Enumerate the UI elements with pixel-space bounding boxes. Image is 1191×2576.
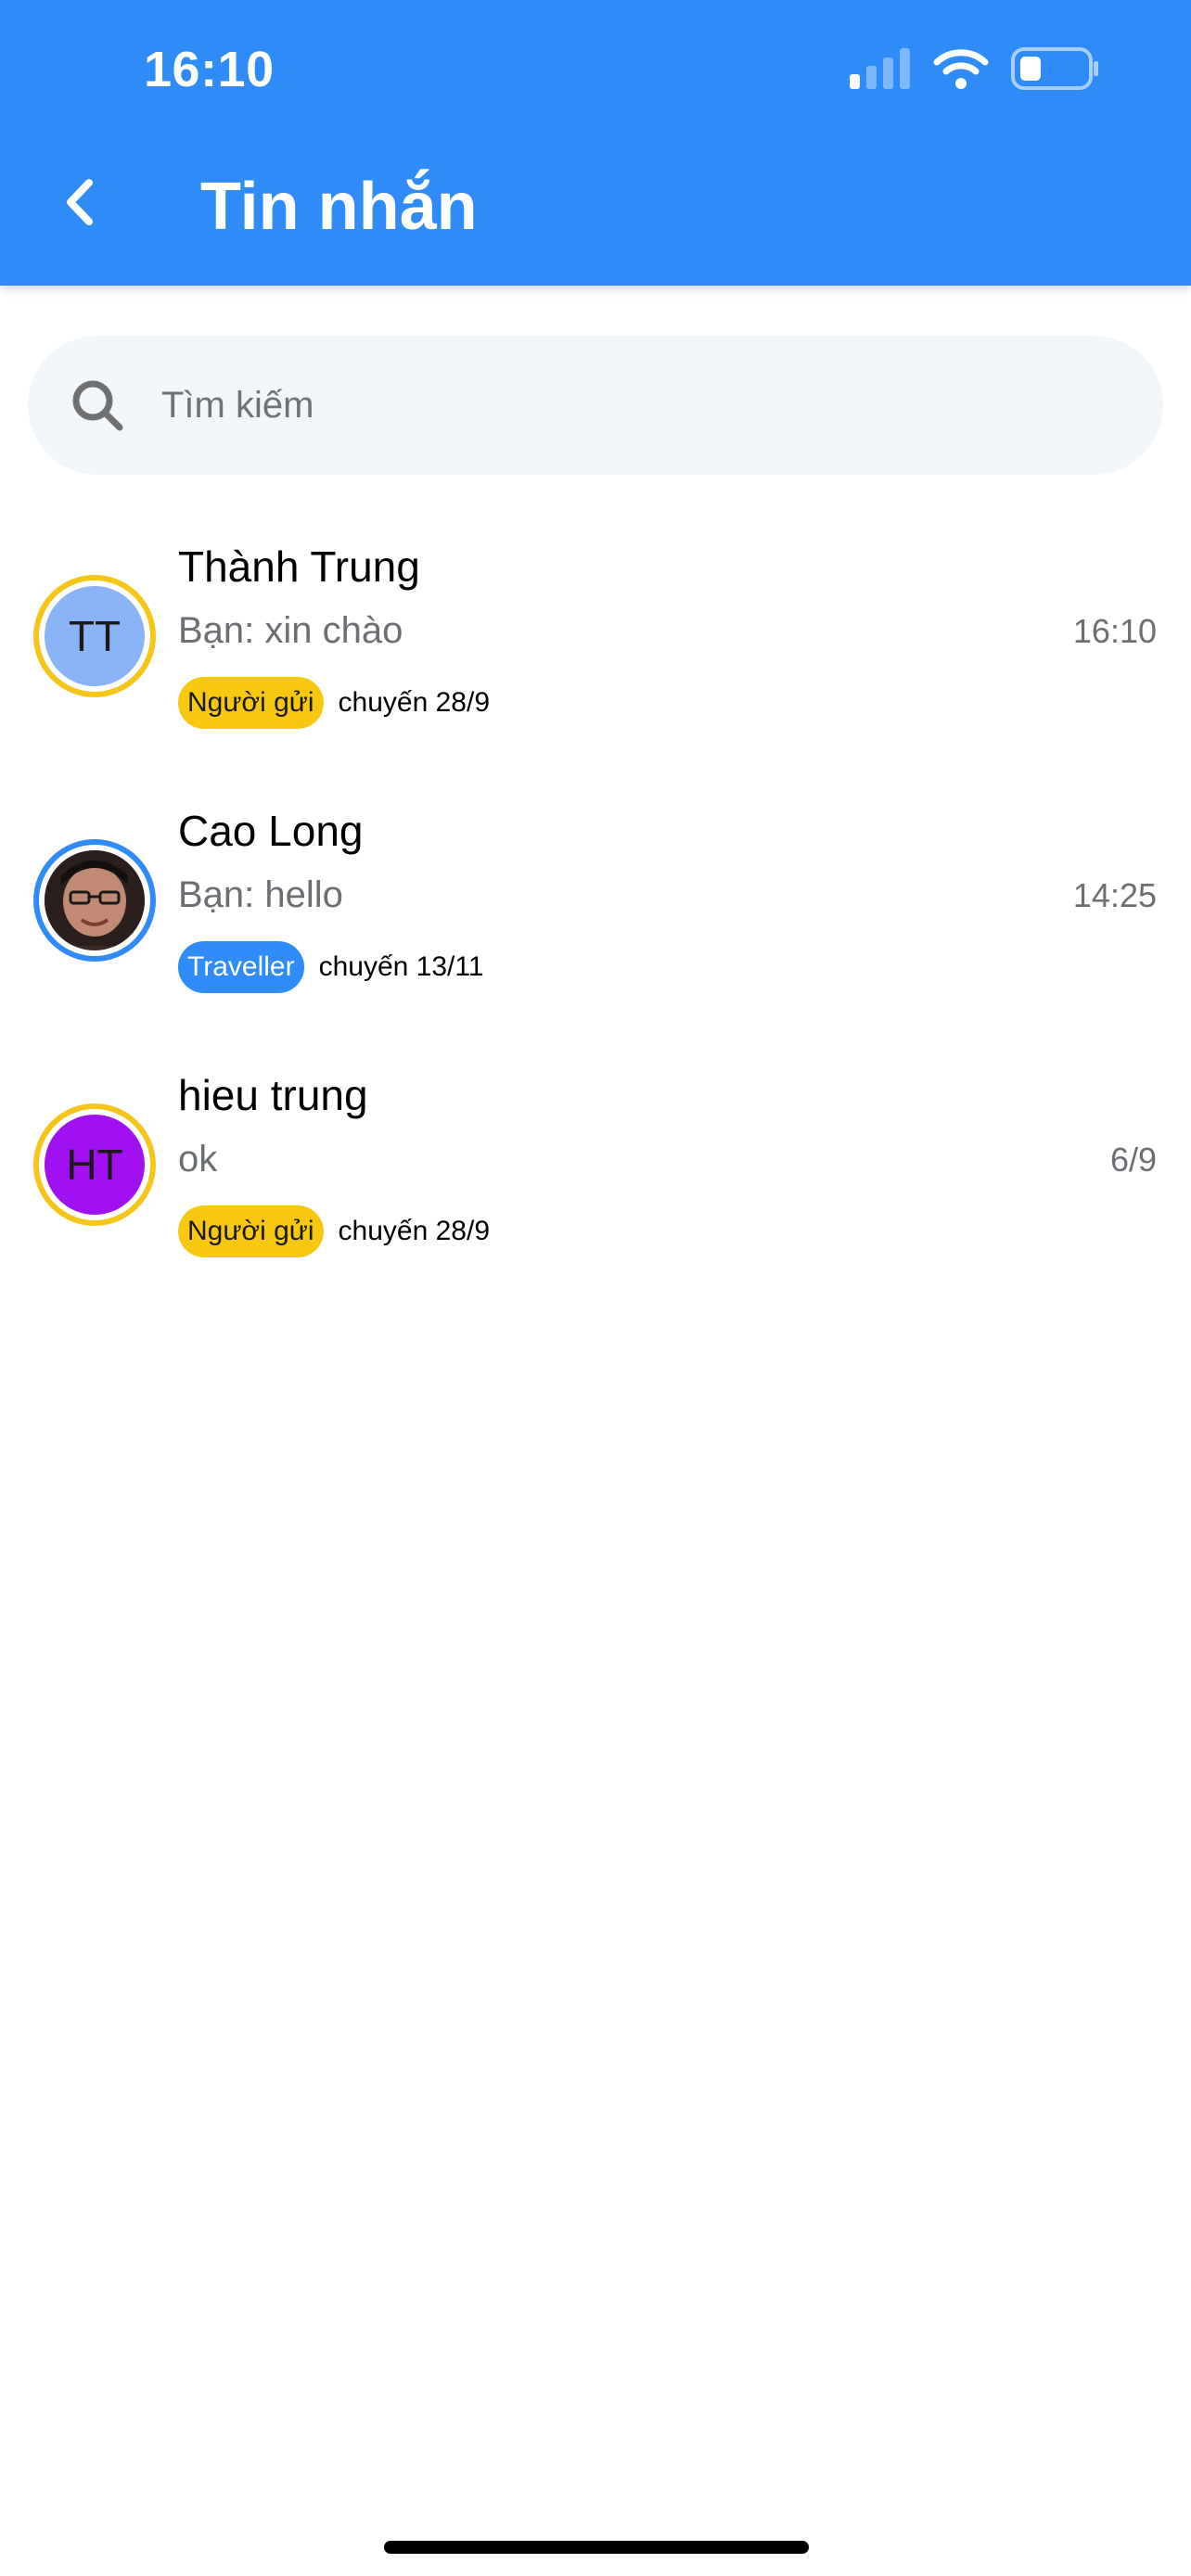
avatar-initials: HT xyxy=(66,1141,123,1189)
conversation-list: TT Thành Trung Bạn: xin chào 16:10 Người… xyxy=(0,529,1191,1321)
trip-label: chuyến 28/9 xyxy=(338,687,491,718)
contact-name: hieu trung xyxy=(178,1071,368,1119)
search-bar[interactable] xyxy=(28,336,1163,475)
signal-icon xyxy=(850,47,911,94)
message-preview: Bạn: xin chào xyxy=(178,610,403,651)
back-button[interactable] xyxy=(48,172,111,236)
trip-label: chuyến 13/11 xyxy=(318,951,484,982)
search-input[interactable] xyxy=(160,372,1163,439)
contact-name: Thành Trung xyxy=(178,542,420,591)
avatar-ring xyxy=(33,839,156,962)
message-time: 6/9 xyxy=(1109,1141,1157,1179)
avatar-ring: HT xyxy=(33,1103,156,1226)
conversation-tags: Người gửi chuyến 28/9 xyxy=(178,677,490,729)
contact-name: Cao Long xyxy=(178,807,364,855)
role-badge: Người gửi xyxy=(178,677,324,729)
page-title: Tin nhắn xyxy=(200,170,478,244)
avatar: HT xyxy=(45,1115,145,1215)
conversation-item[interactable]: TT Thành Trung Bạn: xin chào 16:10 Người… xyxy=(0,529,1191,793)
home-indicator[interactable] xyxy=(384,2541,809,2554)
avatar-initials: TT xyxy=(68,612,122,660)
avatar xyxy=(45,850,145,950)
conversation-item[interactable]: Cao Long Bạn: hello 14:25 Traveller chuy… xyxy=(0,793,1191,1057)
role-badge: Người gửi xyxy=(178,1205,324,1257)
avatar-photo xyxy=(45,850,145,950)
trip-label: chuyến 28/9 xyxy=(338,1216,491,1246)
status-icons xyxy=(850,46,1100,95)
search-icon xyxy=(67,375,128,436)
message-preview: Bạn: hello xyxy=(178,874,343,915)
chevron-left-icon xyxy=(63,177,96,232)
battery-icon xyxy=(1011,46,1100,95)
message-time: 16:10 xyxy=(1072,612,1157,650)
app-header: 16:10 Tin nhắn xyxy=(0,0,1191,286)
conversation-tags: Traveller chuyến 13/11 xyxy=(178,941,484,993)
message-preview: ok xyxy=(178,1139,218,1180)
avatar-ring: TT xyxy=(33,575,156,697)
wifi-icon xyxy=(933,48,989,94)
avatar: TT xyxy=(45,586,145,686)
conversation-tags: Người gửi chuyến 28/9 xyxy=(178,1205,490,1257)
role-badge: Traveller xyxy=(178,941,304,993)
conversation-item[interactable]: HT hieu trung ok 6/9 Người gửi chuyến 28… xyxy=(0,1057,1191,1321)
message-time: 14:25 xyxy=(1072,876,1157,914)
status-time: 16:10 xyxy=(144,42,275,97)
